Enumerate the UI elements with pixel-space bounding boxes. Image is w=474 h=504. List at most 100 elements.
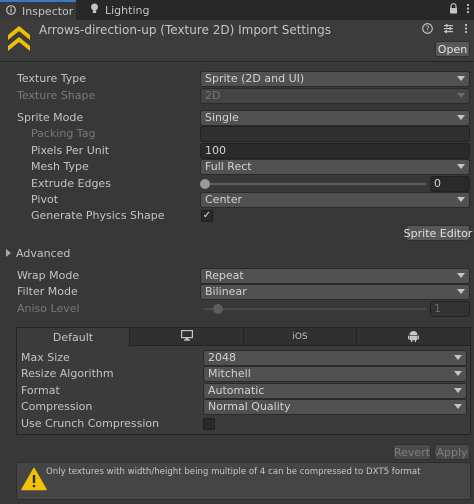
header-icons: ? (422, 23, 468, 37)
platform-tab-standalone[interactable] (130, 328, 244, 346)
pivot-label: Pivot (31, 193, 59, 206)
packing-tag-label: Packing Tag (31, 127, 96, 140)
texture-asset-icon (6, 22, 32, 52)
revert-button[interactable]: Revert (393, 444, 431, 460)
aniso-level-input: 1 (430, 301, 470, 317)
page-title: Arrows-direction-up (Texture 2D) Import … (39, 23, 331, 37)
slider-track (204, 183, 426, 185)
info-icon (6, 4, 16, 18)
compression-dropdown[interactable]: Normal Quality (203, 399, 467, 415)
extrude-edges-label: Extrude Edges (31, 177, 111, 190)
platform-tabs: Default iOS (17, 328, 470, 347)
slider-track (204, 308, 426, 310)
slider-handle (213, 304, 223, 314)
sprite-mode-value: Single (205, 111, 239, 124)
chevron-down-icon (454, 404, 462, 409)
inspector-header: Arrows-direction-up (Texture 2D) Import … (0, 20, 474, 62)
use-crunch-compression-label: Use Crunch Compression (21, 417, 160, 430)
format-label: Format (21, 384, 60, 397)
sprite-mode-dropdown[interactable]: Single (200, 110, 470, 126)
help-icon[interactable]: ? (422, 23, 433, 37)
platform-tab-android[interactable] (357, 328, 470, 346)
chevron-down-icon (457, 115, 465, 120)
chevron-down-icon (457, 197, 465, 202)
chevron-down-icon (457, 289, 465, 294)
aniso-level-label: Aniso Level (17, 302, 80, 315)
texture-type-label: Texture Type (17, 72, 87, 85)
max-size-label: Max Size (21, 351, 70, 364)
tab-inspector[interactable]: Inspector (0, 0, 76, 20)
warning-icon (21, 467, 47, 491)
settings-sliders-icon[interactable] (443, 23, 454, 37)
chevron-down-icon (454, 388, 462, 393)
wrap-mode-dropdown[interactable]: Repeat (200, 268, 470, 284)
mesh-type-value: Full Rect (205, 160, 252, 173)
pixels-per-unit-label: Pixels Per Unit (31, 144, 110, 157)
platform-tab-ios[interactable]: iOS (244, 328, 357, 346)
resize-algorithm-dropdown[interactable]: Mitchell (203, 366, 467, 382)
wrap-mode-value: Repeat (205, 269, 244, 282)
kebab-menu-icon[interactable] (466, 3, 470, 17)
sprite-editor-button[interactable]: Sprite Editor (404, 225, 472, 241)
generate-physics-shape-label: Generate Physics Shape (31, 209, 165, 222)
filter-mode-value: Bilinear (205, 285, 247, 298)
format-dropdown[interactable]: Automatic (203, 383, 467, 399)
platform-tab-ios-label: iOS (292, 332, 308, 342)
tab-inspector-label: Inspector (22, 4, 74, 18)
chevron-down-icon (457, 76, 465, 81)
generate-physics-shape-checkbox[interactable]: ✓ (201, 210, 213, 222)
tab-lighting[interactable]: Lighting (84, 0, 149, 20)
lightbulb-icon (90, 3, 99, 17)
texture-type-dropdown[interactable]: Sprite (2D and UI) (200, 71, 470, 87)
chevron-down-icon (457, 273, 465, 278)
filter-mode-label: Filter Mode (17, 285, 78, 298)
texture-type-value: Sprite (2D and UI) (205, 72, 305, 85)
texture-shape-label: Texture Shape (17, 89, 96, 102)
apply-button[interactable]: Apply (434, 444, 470, 460)
mesh-type-dropdown[interactable]: Full Rect (200, 159, 470, 175)
chevron-down-icon (457, 93, 465, 98)
android-icon (408, 330, 419, 345)
platform-tab-default[interactable]: Default (17, 328, 130, 347)
max-size-dropdown[interactable]: 2048 (203, 350, 467, 366)
chevron-down-icon (457, 164, 465, 169)
mesh-type-label: Mesh Type (31, 160, 89, 173)
resize-algorithm-value: Mitchell (208, 367, 251, 380)
advanced-label: Advanced (16, 247, 71, 260)
extrude-edges-slider[interactable] (200, 176, 426, 192)
open-button[interactable]: Open (435, 41, 470, 57)
slider-handle[interactable] (200, 179, 210, 189)
pivot-value: Center (205, 193, 243, 206)
monitor-icon (180, 330, 193, 344)
filter-mode-dropdown[interactable]: Bilinear (200, 284, 470, 300)
advanced-foldout[interactable]: Advanced (6, 246, 70, 262)
texture-shape-value: 2D (205, 89, 221, 102)
compression-label: Compression (21, 400, 93, 413)
chevron-down-icon (454, 355, 462, 360)
platform-settings-panel: Default iOS Max Size 2048 Resize Algorit… (16, 327, 471, 435)
editor-tab-bar: Inspector Lighting (0, 0, 474, 20)
warning-helpbox: Only textures with width/height being mu… (16, 462, 471, 500)
platform-tab-default-label: Default (52, 331, 94, 344)
extrude-edges-input[interactable]: 0 (430, 176, 470, 192)
pixels-per-unit-input[interactable]: 100 (200, 143, 470, 159)
sprite-mode-label: Sprite Mode (17, 111, 84, 124)
warning-text: Only textures with width/height being mu… (46, 467, 421, 477)
chevron-down-icon (454, 371, 462, 376)
svg-text:?: ? (426, 24, 430, 33)
pivot-dropdown[interactable]: Center (200, 192, 470, 208)
max-size-value: 2048 (208, 351, 236, 364)
format-value: Automatic (208, 384, 265, 397)
packing-tag-input[interactable] (200, 126, 470, 142)
use-crunch-compression-checkbox[interactable] (203, 418, 215, 430)
kebab-menu-icon[interactable] (464, 23, 468, 37)
tab-bar-icons (449, 3, 470, 17)
chevron-right-icon (6, 249, 11, 257)
compression-value: Normal Quality (208, 400, 291, 413)
resize-algorithm-label: Resize Algorithm (21, 367, 114, 380)
aniso-level-slider (200, 301, 426, 317)
texture-shape-dropdown: 2D (200, 88, 470, 104)
lock-icon[interactable] (449, 3, 458, 17)
wrap-mode-label: Wrap Mode (17, 269, 80, 282)
tab-lighting-label: Lighting (105, 3, 150, 17)
